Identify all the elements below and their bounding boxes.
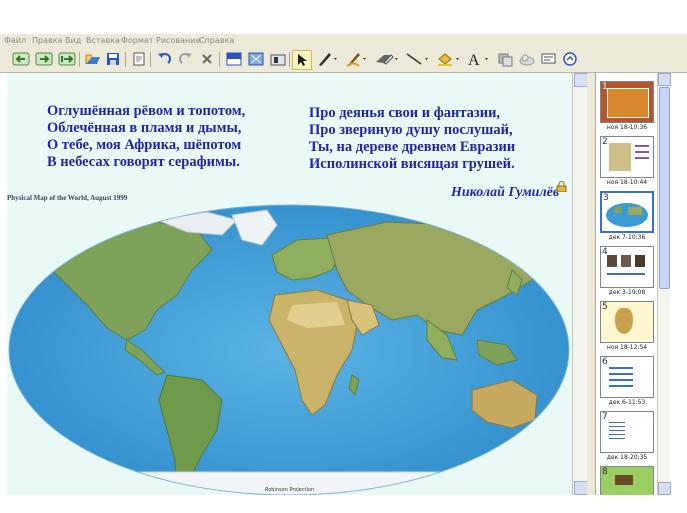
menu-edit[interactable]: Правка [32,36,62,45]
slide-number: 5 [602,302,608,312]
move-toolbar-icon[interactable] [562,51,578,67]
poem-line: Исполинской висящая грушей. [309,156,515,172]
forward-icon[interactable] [35,51,53,67]
poem-line: Про деянья свои и фантазии, [309,105,501,121]
slide-number: 6 [602,357,608,367]
slide-thumbnail-6[interactable]: 6 дек 6-11:53 [600,356,654,406]
svg-text:A: A [468,52,480,67]
slide-thumbnail-8[interactable]: 8 [600,466,654,495]
slide-canvas[interactable]: Оглушённая рёвом и топотом, Облечённая в… [7,73,572,495]
screen-shade-icon[interactable] [225,51,243,67]
slide-date: ноя 18-10:44 [606,179,648,186]
slide-date: дек 18-20:35 [606,454,648,461]
slide-thumbnail-5[interactable]: 5 ноя 18-12:54 [600,301,654,351]
slide-date: ноя 18-12:54 [606,344,648,351]
redo-icon[interactable] [178,51,194,67]
slide-number: 7 [602,412,608,422]
save-icon[interactable] [105,51,121,67]
slide-date: дек 7-10:36 [608,234,646,241]
slide-thumbnail-2[interactable]: 2 ноя 18-10:44 [600,136,654,186]
menu-format[interactable]: Формат [121,36,153,45]
poem-line: Про звериную душу послушай, [309,122,513,138]
poem-line: Ты, на дереве древнем Евразии [309,139,516,155]
slide-number: 3 [603,193,609,203]
slide-number: 8 [602,467,608,477]
slide-date: дек 3-19:08 [608,289,646,296]
poem-line: Оглушённая рёвом и топотом, [47,103,246,119]
scroll-thumb[interactable] [659,87,670,289]
map-projection-caption: Robinson Projection [265,487,315,493]
paste-icon[interactable] [131,51,147,67]
slide-date: дек 6-11:53 [608,399,646,406]
separator [79,52,80,67]
poem-line: Облечённая в пламя и дымы, [47,120,242,136]
slide-number: 4 [602,247,608,257]
line-icon[interactable] [405,51,431,67]
undo-icon[interactable] [156,51,172,67]
slide-thumbnail-3[interactable]: 3 дек 7-10:36 [600,191,654,241]
world-map[interactable] [7,200,572,495]
back-icon[interactable] [12,51,30,67]
lock-icon[interactable] [556,177,567,193]
delete-icon[interactable] [199,51,215,67]
full-screen-icon[interactable] [247,51,265,67]
menu-bar: Файл Правка Вид Вставка Формат Рисование… [0,34,687,47]
display-icon[interactable] [540,51,558,67]
eraser-icon[interactable] [374,51,400,67]
slide-number: 2 [602,137,608,147]
separator [289,52,290,67]
slide-thumbnail-7[interactable]: 7 дек 18-20:35 [600,411,654,461]
cloud-icon[interactable] [518,51,536,67]
add-page-icon[interactable] [58,51,76,67]
menu-view[interactable]: Вид [65,36,81,45]
slide-thumbnail-1[interactable]: 1 ноя 18-10:36 [600,81,654,131]
scroll-up-arrow[interactable] [658,73,671,86]
creative-pen-icon[interactable] [345,51,369,67]
toolbar: A [0,47,687,73]
separator [125,52,126,67]
slide-date: ноя 18-10:36 [606,124,648,131]
select-icon[interactable] [292,50,312,70]
slide-thumbnail-4[interactable]: 4 дек 3-19:08 [600,246,654,296]
separator [219,52,220,67]
menu-help[interactable]: Справка [199,36,234,45]
poem-author: Николай Гумилёв [451,185,560,200]
open-icon[interactable] [84,51,102,67]
pen-icon[interactable] [316,51,340,67]
scroll-down-arrow[interactable] [658,482,671,495]
scroll-up-arrow[interactable] [574,73,588,87]
poem-line: О тебе, моя Африка, шёпотом [47,137,242,153]
text-icon[interactable]: A [466,51,492,67]
poem-right-stanza: Про деянья свои и фантазии, Про звериную… [309,105,515,173]
separator [150,52,151,67]
page-sorter: 1 ноя 18-10:36 2 ноя 18-10:44 3 дек 7-10… [595,73,658,495]
sorter-scrollbar[interactable] [657,73,671,495]
canvas-scrollbar[interactable] [572,73,588,495]
poem-left-stanza: Оглушённая рёвом и топотом, Облечённая в… [47,103,245,171]
menu-draw[interactable]: Рисование [156,36,200,45]
menu-insert[interactable]: Вставка [86,36,120,45]
scroll-down-arrow[interactable] [574,481,588,495]
fill-icon[interactable] [436,51,462,67]
capture-icon[interactable] [269,51,287,67]
properties-icon[interactable] [497,51,515,67]
panel-splitter[interactable] [587,73,595,495]
menu-file[interactable]: Файл [4,36,26,45]
poem-line: В небесах говорят серафимы. [47,154,240,170]
slide-number: 1 [602,82,608,92]
